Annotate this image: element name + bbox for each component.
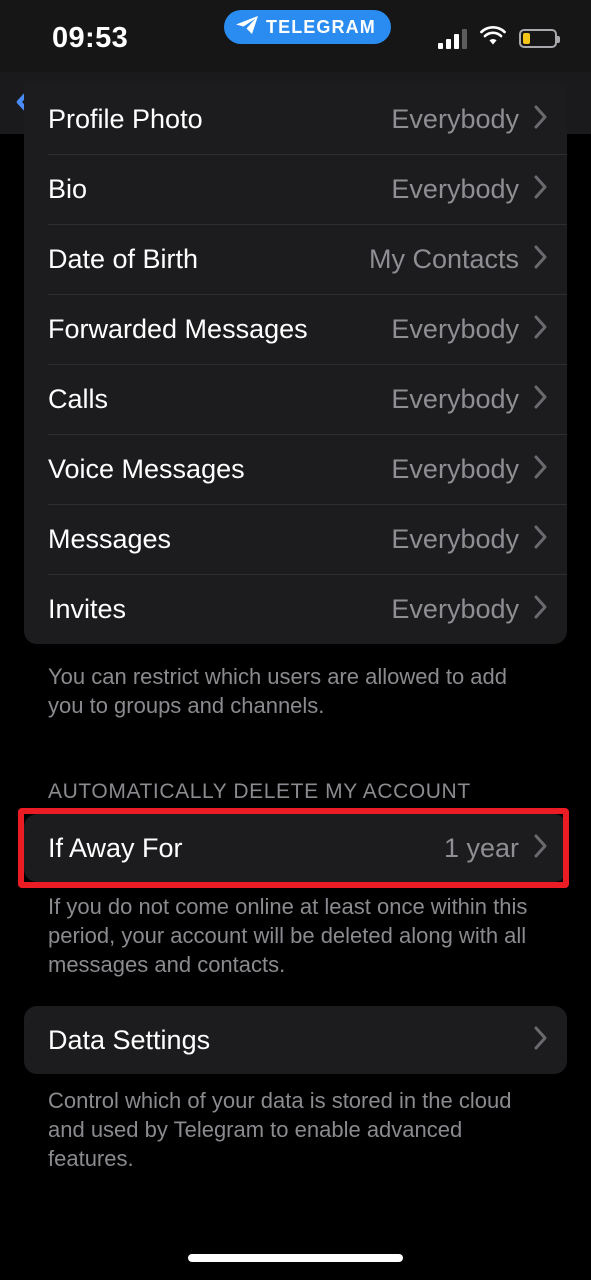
chevron-right-icon <box>533 174 549 205</box>
row-label: Bio <box>48 173 88 204</box>
chevron-right-icon <box>533 104 549 135</box>
status-bar: 09:53 TELEGRAM <box>0 0 591 72</box>
row-label: If Away For <box>48 832 183 863</box>
row-value: Everybody <box>391 103 519 134</box>
row-value: Everybody <box>391 173 519 204</box>
table-row-if-away-for[interactable]: If Away For 1 year <box>24 814 567 882</box>
row-value: Everybody <box>391 453 519 484</box>
row-value: Everybody <box>391 313 519 344</box>
data-section-footer: Control which of your data is stored in … <box>48 1088 512 1171</box>
wifi-icon <box>480 26 506 51</box>
chevron-right-icon <box>533 454 549 485</box>
row-label: Data Settings <box>48 1024 211 1055</box>
table-row-invites[interactable]: Invites Everybody <box>24 574 567 644</box>
auto-delete-section-footer: If you do not come online at least once … <box>48 894 528 977</box>
chevron-right-icon <box>533 833 549 864</box>
paper-plane-icon <box>235 15 259 40</box>
auto-delete-card: If Away For 1 year <box>24 814 567 882</box>
row-value: Everybody <box>391 593 519 624</box>
auto-delete-section-header: AUTOMATICALLY DELETE MY ACCOUNT <box>48 780 471 803</box>
chevron-right-icon <box>533 524 549 555</box>
chevron-right-icon <box>533 594 549 625</box>
row-label: Messages <box>48 523 172 554</box>
row-value: Everybody <box>391 523 519 554</box>
telegram-app-badge[interactable]: TELEGRAM <box>224 10 391 44</box>
row-label: Date of Birth <box>48 243 199 274</box>
privacy-section-footer: You can restrict which users are allowed… <box>48 664 507 718</box>
chevron-right-icon <box>533 384 549 415</box>
table-row-voice-messages[interactable]: Voice Messages Everybody <box>24 434 567 504</box>
chevron-right-icon <box>533 314 549 345</box>
table-row-messages[interactable]: Messages Everybody <box>24 504 567 574</box>
table-row-profile-photo[interactable]: Profile Photo Everybody <box>24 84 567 154</box>
settings-scroll-area[interactable]: Profile Photo Everybody Bio Everybody Da… <box>0 84 591 1280</box>
row-label: Voice Messages <box>48 453 245 484</box>
status-indicators <box>438 26 560 51</box>
data-settings-card: Data Settings <box>24 1006 567 1074</box>
telegram-badge-label: TELEGRAM <box>266 16 376 37</box>
table-row-calls[interactable]: Calls Everybody <box>24 364 567 434</box>
table-row-data-settings[interactable]: Data Settings <box>24 1006 567 1074</box>
chevron-right-icon <box>533 244 549 275</box>
table-row-forwarded-messages[interactable]: Forwarded Messages Everybody <box>24 294 567 364</box>
table-row-bio[interactable]: Bio Everybody <box>24 154 567 224</box>
row-value: Everybody <box>391 383 519 414</box>
row-label: Calls <box>48 383 109 414</box>
row-label: Forwarded Messages <box>48 313 308 344</box>
battery-low-icon <box>519 29 560 48</box>
row-label: Invites <box>48 593 127 624</box>
phone-screen: 09:53 TELEGRAM Profile Photo Everybody B… <box>0 0 591 1280</box>
row-value: 1 year <box>443 832 519 863</box>
privacy-settings-card: Profile Photo Everybody Bio Everybody Da… <box>24 84 567 644</box>
row-label: Profile Photo <box>48 103 203 134</box>
status-time: 09:53 <box>52 22 129 54</box>
chevron-right-icon <box>533 1025 549 1056</box>
table-row-date-of-birth[interactable]: Date of Birth My Contacts <box>24 224 567 294</box>
cellular-signal-icon <box>438 28 467 49</box>
row-value: My Contacts <box>368 243 519 274</box>
home-indicator[interactable] <box>188 1254 403 1262</box>
